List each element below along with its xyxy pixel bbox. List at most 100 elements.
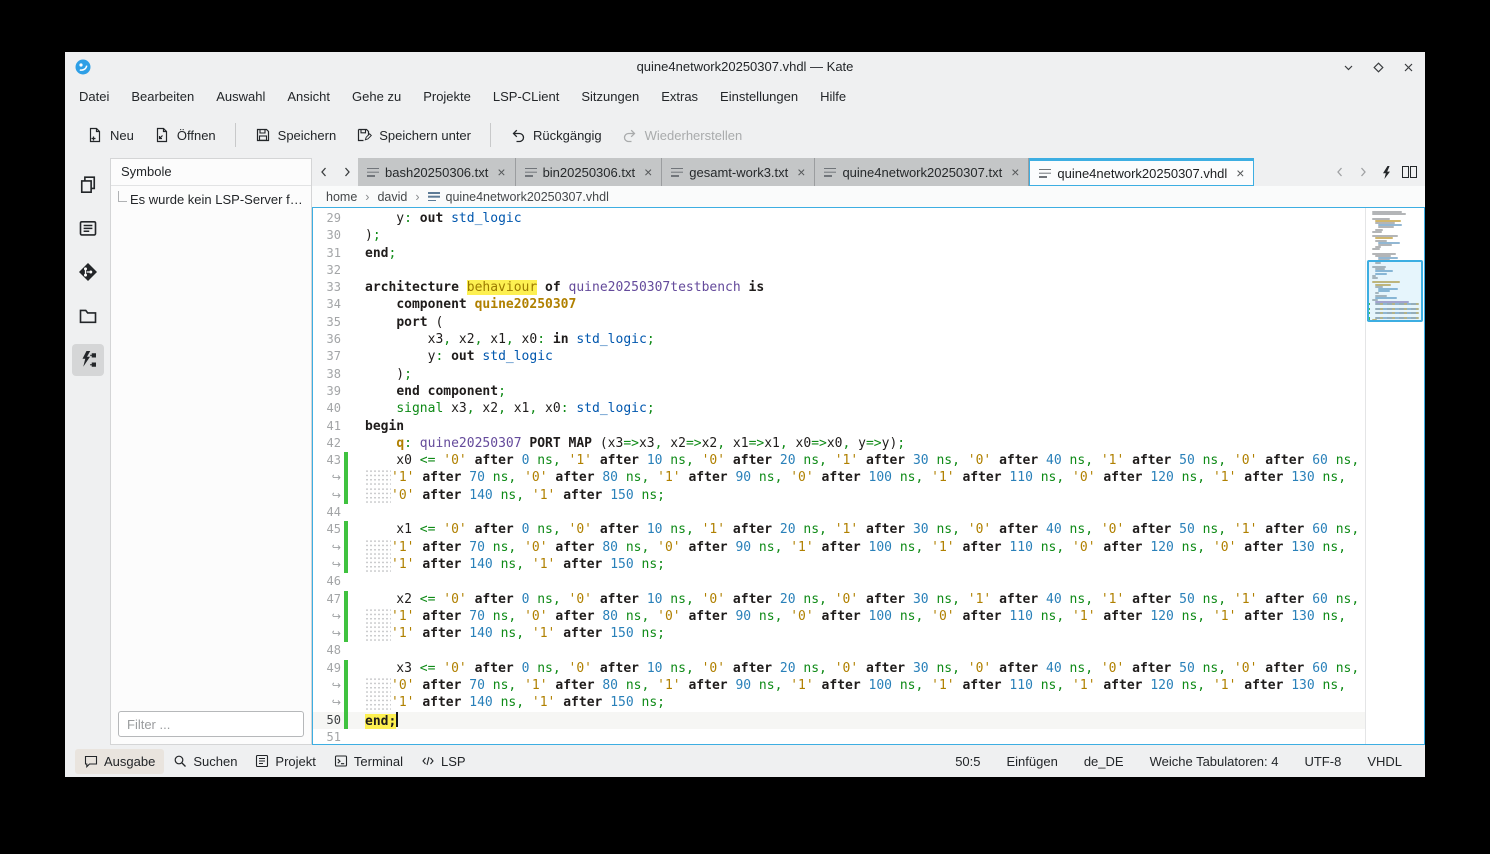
code-line[interactable]: 37 y: out std_logic — [313, 348, 1365, 365]
modified-line-bar — [344, 660, 348, 677]
menu-gehe-zu[interactable]: Gehe zu — [341, 82, 412, 112]
sidebar-item-git[interactable] — [72, 256, 104, 288]
menu-projekte[interactable]: Projekte — [412, 82, 482, 112]
code-line[interactable]: 36 x3, x2, x1, x0: in std_logic; — [313, 331, 1365, 348]
code-line[interactable]: 51 — [313, 729, 1365, 744]
code-line[interactable]: 29 y: out std_logic — [313, 210, 1365, 227]
code-line[interactable]: 46 — [313, 573, 1365, 590]
tab-quine4network-vhdl[interactable]: quine4network20250307.vhdl — [1029, 158, 1254, 186]
code-line[interactable]: 42 q: quine20250307 PORT MAP (x3=>x3, x2… — [313, 435, 1365, 452]
terminal-icon — [334, 754, 348, 768]
code-line[interactable]: 49 x3 <= '0' after 0 ns, '0' after 10 ns… — [313, 660, 1365, 677]
titlebar: quine4network20250307.vhdl — Kate — [65, 52, 1425, 82]
output-toggle[interactable]: Ausgabe — [75, 749, 164, 774]
tab-bin20250306[interactable]: bin20250306.txt — [516, 158, 663, 186]
menu-ansicht[interactable]: Ansicht — [276, 82, 341, 112]
code-line[interactable]: ↪'1' after 70 ns, '0' after 80 ns, '1' a… — [313, 469, 1365, 486]
code-lines[interactable]: 29 y: out std_logic30);31end;3233archite… — [313, 208, 1365, 744]
tabbar-controls — [1328, 158, 1425, 186]
new-button[interactable]: Neu — [77, 120, 144, 150]
maximize-icon[interactable] — [1371, 60, 1385, 74]
code-line[interactable]: 48 — [313, 642, 1365, 659]
tab-settings[interactable]: Weiche Tabulatoren: 4 — [1137, 754, 1292, 769]
tab-bash20250306[interactable]: bash20250306.txt — [358, 158, 516, 186]
code-line[interactable]: 34 component quine20250307 — [313, 296, 1365, 313]
code-line[interactable]: ↪'1' after 140 ns, '1' after 150 ns; — [313, 556, 1365, 573]
tab-close-icon[interactable] — [797, 165, 805, 179]
symbols-tree-item[interactable]: Es wurde kein LSP-Server fü... — [115, 191, 307, 207]
search-toggle[interactable]: Suchen — [164, 749, 246, 774]
history-forward-icon[interactable] — [1353, 166, 1373, 178]
code-line[interactable]: 32 — [313, 262, 1365, 279]
undo-button[interactable]: Rückgängig — [500, 120, 612, 150]
dictionary[interactable]: de_DE — [1071, 754, 1137, 769]
code-line[interactable]: 41begin — [313, 418, 1365, 435]
tab-close-icon[interactable] — [1011, 165, 1019, 179]
minimap-scrollbar[interactable] — [1365, 208, 1424, 744]
tab-gesamt-work3[interactable]: gesamt-work3.txt — [662, 158, 815, 186]
tabs-scroll-right-icon[interactable] — [335, 158, 358, 186]
code-line[interactable]: 43 x0 <= '0' after 0 ns, '1' after 10 ns… — [313, 452, 1365, 469]
history-back-icon[interactable] — [1330, 166, 1350, 178]
code-line[interactable]: 50end; — [313, 712, 1365, 729]
menu-einstellungen[interactable]: Einstellungen — [709, 82, 809, 112]
lsp-toggle[interactable]: LSP — [412, 749, 475, 774]
menu-datei[interactable]: Datei — [68, 82, 120, 112]
code-line[interactable]: 45 x1 <= '0' after 0 ns, '0' after 10 ns… — [313, 521, 1365, 538]
code-line[interactable]: ↪'1' after 70 ns, '0' after 80 ns, '0' a… — [313, 608, 1365, 625]
quick-open-lightning-icon[interactable] — [1376, 166, 1396, 179]
cursor-position[interactable]: 50:5 — [942, 754, 993, 769]
code-line[interactable]: ↪'0' after 140 ns, '1' after 150 ns; — [313, 487, 1365, 504]
code-line[interactable]: ↪'1' after 140 ns, '1' after 150 ns; — [313, 625, 1365, 642]
code-line[interactable]: 35 port ( — [313, 314, 1365, 331]
code-line[interactable]: 44 — [313, 504, 1365, 521]
code-line[interactable]: 40 signal x3, x2, x1, x0: std_logic; — [313, 400, 1365, 417]
menu-sitzungen[interactable]: Sitzungen — [570, 82, 650, 112]
redo-button[interactable]: Wiederherstellen — [612, 120, 753, 150]
project-toggle[interactable]: Projekt — [246, 749, 324, 774]
minimap-line — [1372, 231, 1382, 233]
close-icon[interactable] — [1401, 60, 1415, 74]
syntax-mode[interactable]: VHDL — [1354, 754, 1415, 769]
sidebar-item-list-details[interactable] — [72, 212, 104, 244]
code-line[interactable]: 47 x2 <= '0' after 0 ns, '0' after 10 ns… — [313, 591, 1365, 608]
tabs-scroll-left-icon[interactable] — [312, 158, 335, 186]
breadcrumb-file[interactable]: quine4network20250307.vhdl — [428, 190, 609, 204]
sidebar-item-documents[interactable] — [72, 168, 104, 200]
tab-close-icon[interactable] — [497, 165, 505, 179]
open-button[interactable]: Öffnen — [144, 120, 226, 150]
tab-close-icon[interactable] — [1236, 166, 1244, 180]
sidebar-item-filesystem[interactable] — [72, 300, 104, 332]
code-line[interactable]: 30); — [313, 227, 1365, 244]
insert-mode[interactable]: Einfügen — [994, 754, 1071, 769]
terminal-toggle[interactable]: Terminal — [325, 749, 412, 774]
menu-hilfe[interactable]: Hilfe — [809, 82, 857, 112]
code-line[interactable]: ↪'1' after 140 ns, '1' after 150 ns; — [313, 694, 1365, 711]
tab-quine4network-txt[interactable]: quine4network20250307.txt — [815, 158, 1029, 186]
minimize-icon[interactable] — [1341, 60, 1355, 74]
save-button[interactable]: Speichern — [245, 120, 347, 150]
code-line[interactable]: ↪'0' after 70 ns, '1' after 80 ns, '1' a… — [313, 677, 1365, 694]
code-line[interactable]: 38 ); — [313, 366, 1365, 383]
sidebar-item-lsp-symbols[interactable] — [72, 344, 104, 376]
code-line[interactable]: ↪'1' after 70 ns, '0' after 80 ns, '0' a… — [313, 539, 1365, 556]
minimap-viewport[interactable] — [1367, 260, 1423, 322]
split-view-icon[interactable] — [1399, 166, 1419, 178]
save-as-button[interactable]: Speichern unter — [346, 120, 481, 150]
menu-extras[interactable]: Extras — [650, 82, 709, 112]
menu-bearbeiten[interactable]: Bearbeiten — [120, 82, 205, 112]
menu-lsp-client[interactable]: LSP-CLient — [482, 82, 570, 112]
breadcrumb-home[interactable]: home — [326, 190, 357, 204]
code-line[interactable]: 39 end component; — [313, 383, 1365, 400]
tab-label: quine4network20250307.vhdl — [1057, 166, 1227, 181]
encoding[interactable]: UTF-8 — [1291, 754, 1354, 769]
breadcrumb-david[interactable]: david — [377, 190, 407, 204]
symbols-filter-input[interactable] — [118, 711, 304, 737]
code-line[interactable]: 33architecture behaviour of quine2025030… — [313, 279, 1365, 296]
tab-label: bin20250306.txt — [543, 165, 636, 180]
tab-close-icon[interactable] — [644, 165, 652, 179]
editor-view[interactable]: 29 y: out std_logic30);31end;3233archite… — [312, 207, 1425, 745]
line-number: 37 — [313, 348, 341, 365]
menu-auswahl[interactable]: Auswahl — [205, 82, 276, 112]
code-line[interactable]: 31end; — [313, 245, 1365, 262]
